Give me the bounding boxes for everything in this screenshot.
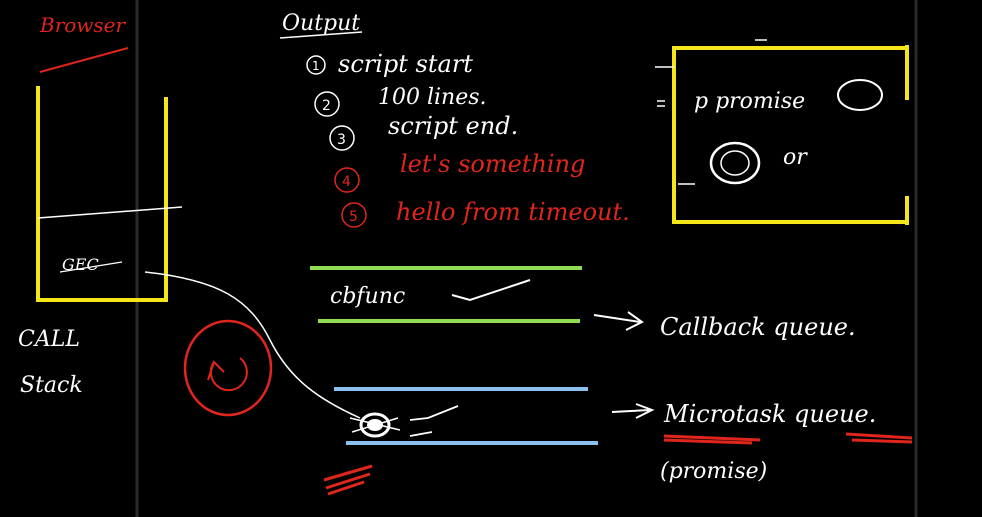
call-stack: GEC (36, 86, 183, 302)
promise-box: p promise or (655, 39, 909, 225)
output-item-text: let's something (400, 150, 585, 178)
output-item-1: 1 script start (306, 50, 473, 78)
microtask-underline-red (663, 434, 761, 445)
microtask-sub-label: (promise) (660, 459, 767, 484)
browser-label: Browser (39, 13, 127, 37)
output-item-text: hello from timeout. (396, 198, 630, 226)
arrow-right-icon (593, 311, 644, 331)
output-item-number: 1 (312, 59, 320, 73)
promise-circle-icon (837, 79, 883, 111)
event-loop-icon (183, 319, 273, 417)
microtask-check-icon (409, 405, 459, 437)
output-item-number: 3 (337, 132, 346, 148)
output-item-text: script end. (388, 112, 518, 140)
microtask-queue-label: Microtask queue. (663, 400, 876, 428)
callback-queue-label: Callback queue. (660, 313, 856, 341)
promise-or-text: or (783, 145, 808, 170)
output-item-3: 3 script end. (329, 112, 518, 151)
queue-underline-red (845, 432, 913, 444)
arrow-right-icon (611, 403, 655, 419)
call-stack-label-line2: Stack (20, 373, 83, 398)
output-item-4: 4 let's something (334, 150, 585, 193)
output-item-number: 5 (349, 209, 358, 225)
output-item-5: 5 hello from timeout. (341, 198, 630, 228)
output-item-number: 4 (342, 174, 351, 190)
output-item-number: 2 (322, 98, 331, 114)
browser-underline (39, 47, 129, 73)
microtask-red-scribble (323, 464, 373, 496)
resolved-circle-icon (709, 141, 761, 185)
promise-text: p promise (694, 89, 805, 114)
checkmark-icon (451, 279, 531, 302)
output-item-text: 100 lines. (378, 85, 487, 110)
gec-to-microtask-curve (144, 271, 361, 419)
callback-queue-item: cbfunc (330, 284, 405, 309)
call-stack-label-line1: CALL (18, 327, 80, 352)
stack-frame-top-line (37, 206, 183, 219)
output-item-text: script start (338, 50, 473, 78)
whiteboard-canvas: Browser GEC CALL Stack Output 1 script s… (18, 0, 918, 517)
